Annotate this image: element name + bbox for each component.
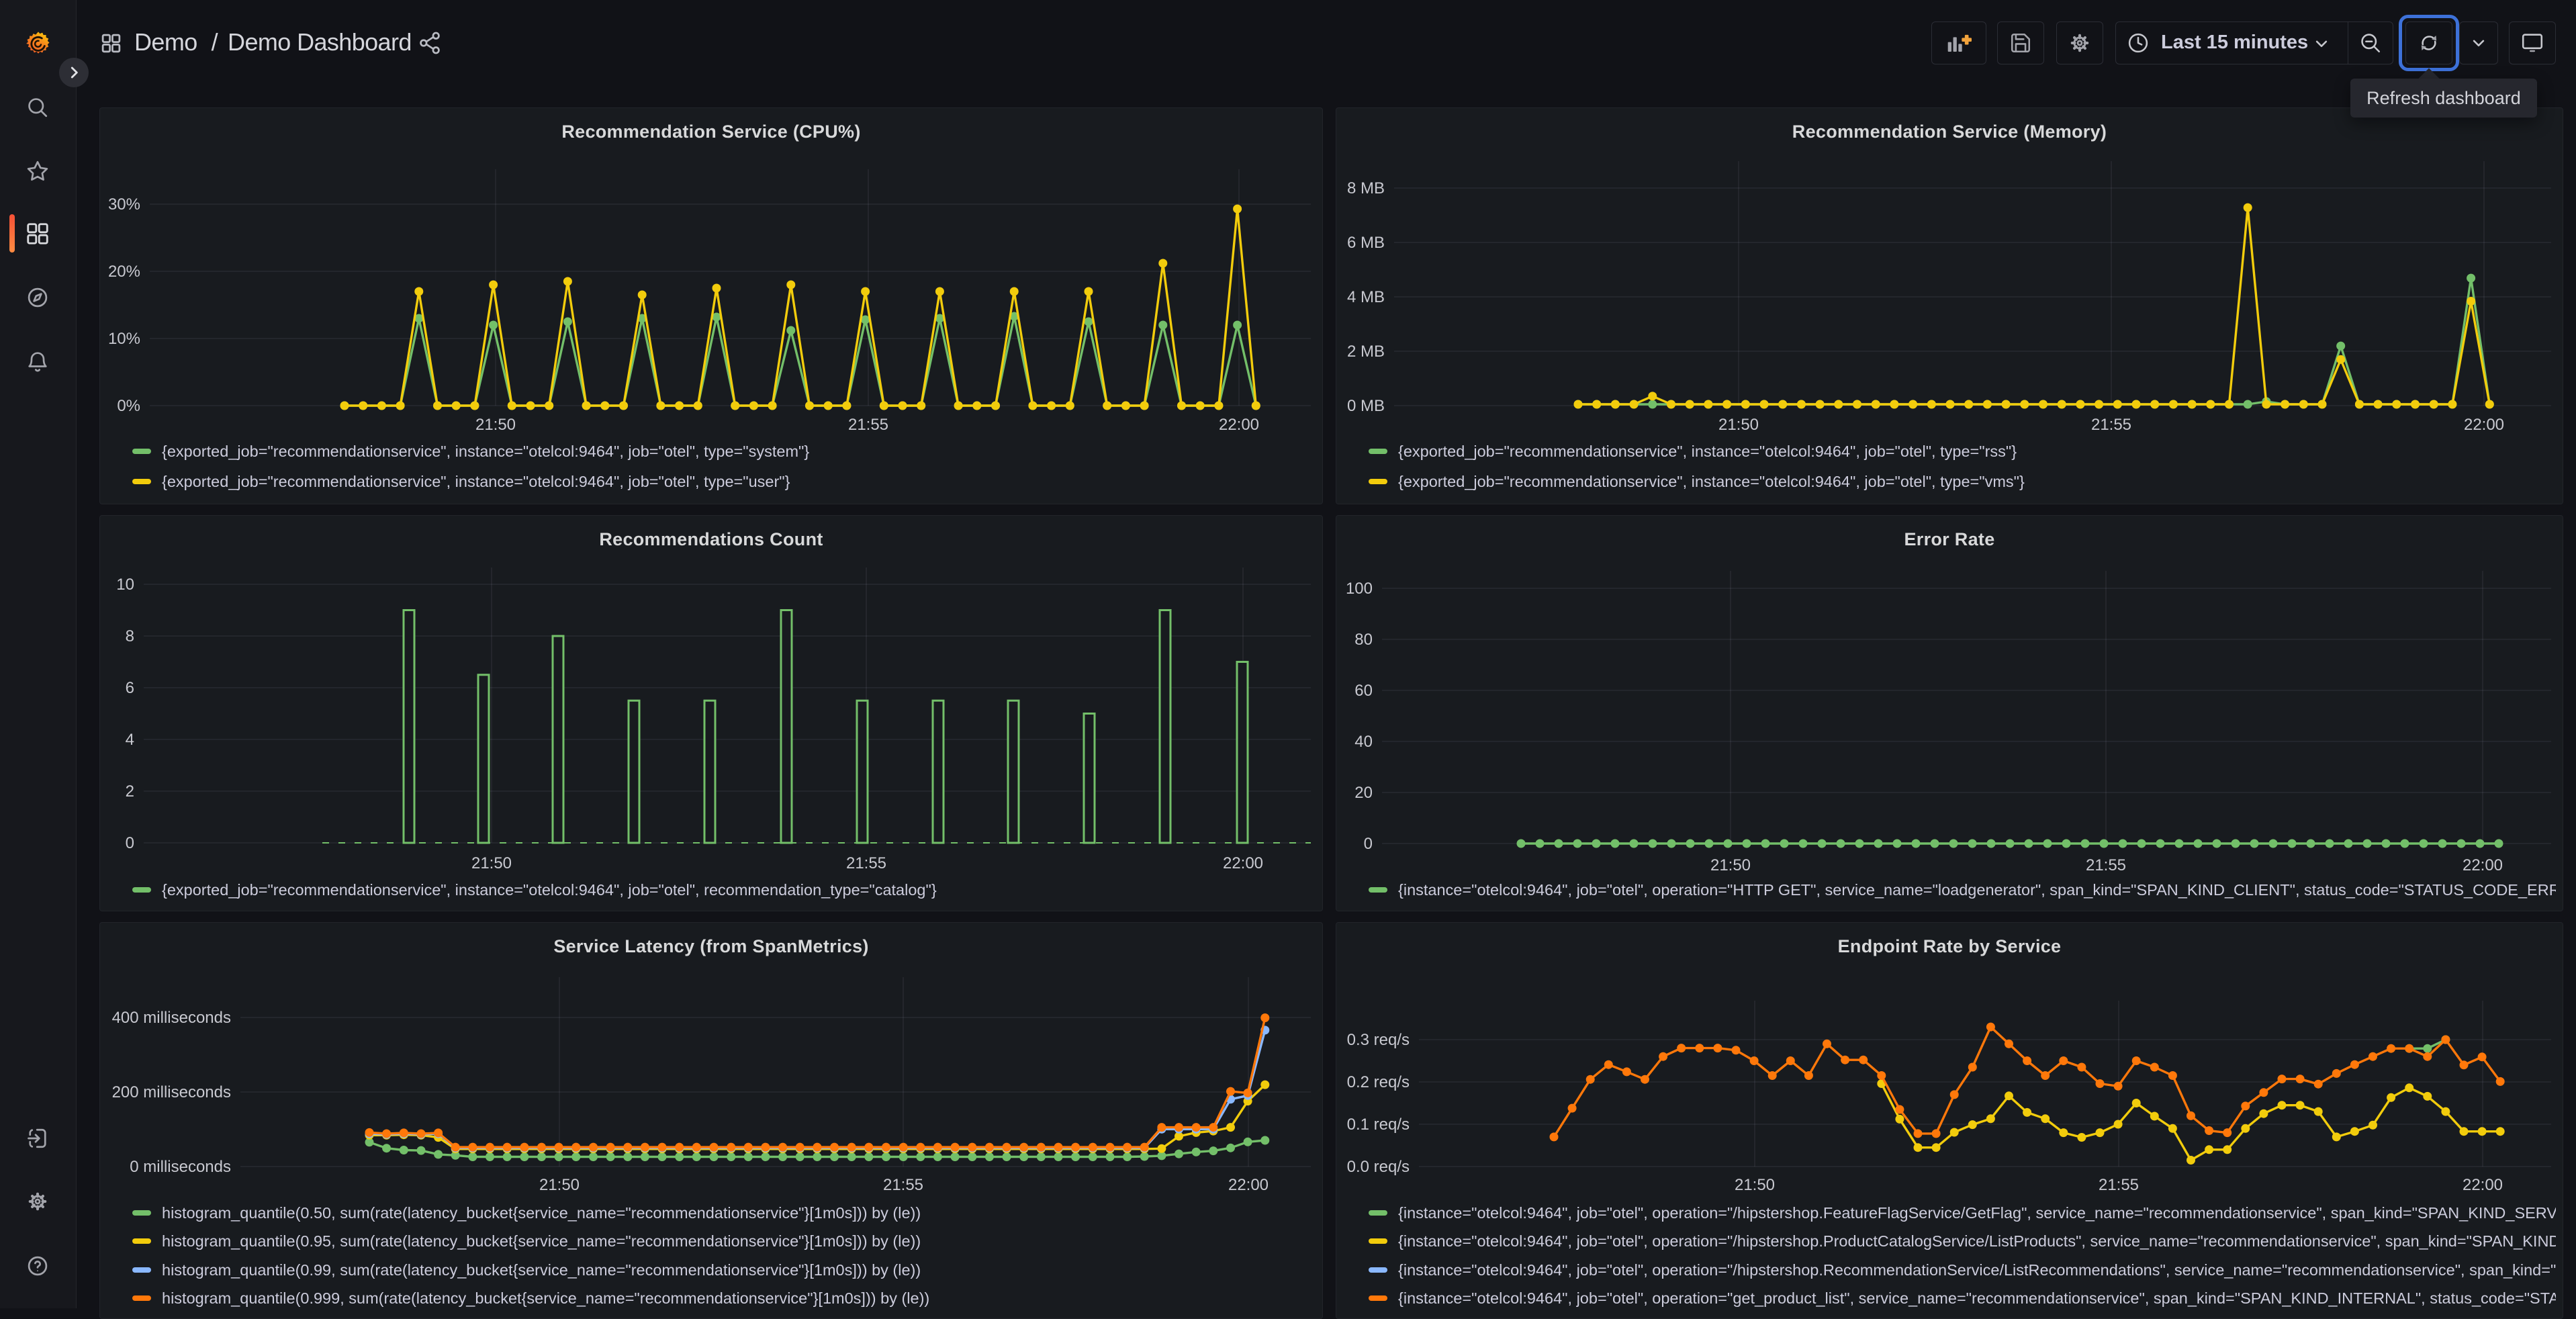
svg-text:22:00: 22:00 — [1219, 416, 1259, 434]
svg-text:21:50: 21:50 — [1718, 416, 1759, 434]
svg-text:22:00: 22:00 — [2464, 416, 2504, 434]
svg-text:21:50: 21:50 — [1735, 1176, 1775, 1194]
svg-text:21:55: 21:55 — [883, 1176, 923, 1194]
svg-text:8: 8 — [126, 627, 134, 645]
svg-text:21:50: 21:50 — [539, 1176, 580, 1194]
svg-text:0.1 req/s: 0.1 req/s — [1347, 1116, 1410, 1134]
svg-text:0.0 req/s: 0.0 req/s — [1347, 1158, 1410, 1176]
svg-text:6 MB: 6 MB — [1347, 234, 1385, 252]
svg-text:10%: 10% — [108, 330, 140, 348]
svg-text:80: 80 — [1354, 631, 1373, 649]
svg-text:21:55: 21:55 — [2099, 1176, 2139, 1194]
svg-text:400 milliseconds: 400 milliseconds — [112, 1009, 231, 1027]
svg-text:40: 40 — [1354, 733, 1373, 751]
svg-text:0: 0 — [126, 834, 134, 852]
svg-text:6: 6 — [126, 679, 134, 697]
svg-text:21:55: 21:55 — [2086, 856, 2126, 874]
svg-text:0.2 req/s: 0.2 req/s — [1347, 1073, 1410, 1091]
svg-text:21:50: 21:50 — [471, 854, 512, 872]
svg-text:21:55: 21:55 — [848, 416, 888, 434]
svg-text:200 milliseconds: 200 milliseconds — [112, 1083, 231, 1101]
svg-text:0 MB: 0 MB — [1347, 397, 1385, 415]
svg-text:0 milliseconds: 0 milliseconds — [130, 1158, 231, 1176]
svg-text:21:50: 21:50 — [1710, 856, 1751, 874]
svg-text:4: 4 — [126, 731, 134, 749]
svg-text:20%: 20% — [108, 263, 140, 281]
svg-text:0: 0 — [1364, 835, 1373, 853]
svg-text:30%: 30% — [108, 195, 140, 214]
svg-text:21:55: 21:55 — [2091, 416, 2131, 434]
svg-text:10: 10 — [116, 576, 134, 594]
svg-text:22:00: 22:00 — [2463, 856, 2503, 874]
svg-text:21:55: 21:55 — [846, 854, 886, 872]
svg-text:8 MB: 8 MB — [1347, 179, 1385, 197]
svg-text:2 MB: 2 MB — [1347, 343, 1385, 361]
svg-text:60: 60 — [1354, 682, 1373, 700]
svg-text:100: 100 — [1346, 580, 1373, 598]
svg-text:4 MB: 4 MB — [1347, 288, 1385, 306]
svg-text:22:00: 22:00 — [1228, 1176, 1269, 1194]
svg-text:22:00: 22:00 — [1223, 854, 1263, 872]
svg-text:0%: 0% — [117, 397, 140, 415]
svg-text:21:50: 21:50 — [475, 416, 516, 434]
svg-text:20: 20 — [1354, 784, 1373, 802]
svg-text:2: 2 — [126, 782, 134, 801]
svg-text:0.3 req/s: 0.3 req/s — [1347, 1031, 1410, 1049]
svg-text:22:00: 22:00 — [2463, 1176, 2503, 1194]
